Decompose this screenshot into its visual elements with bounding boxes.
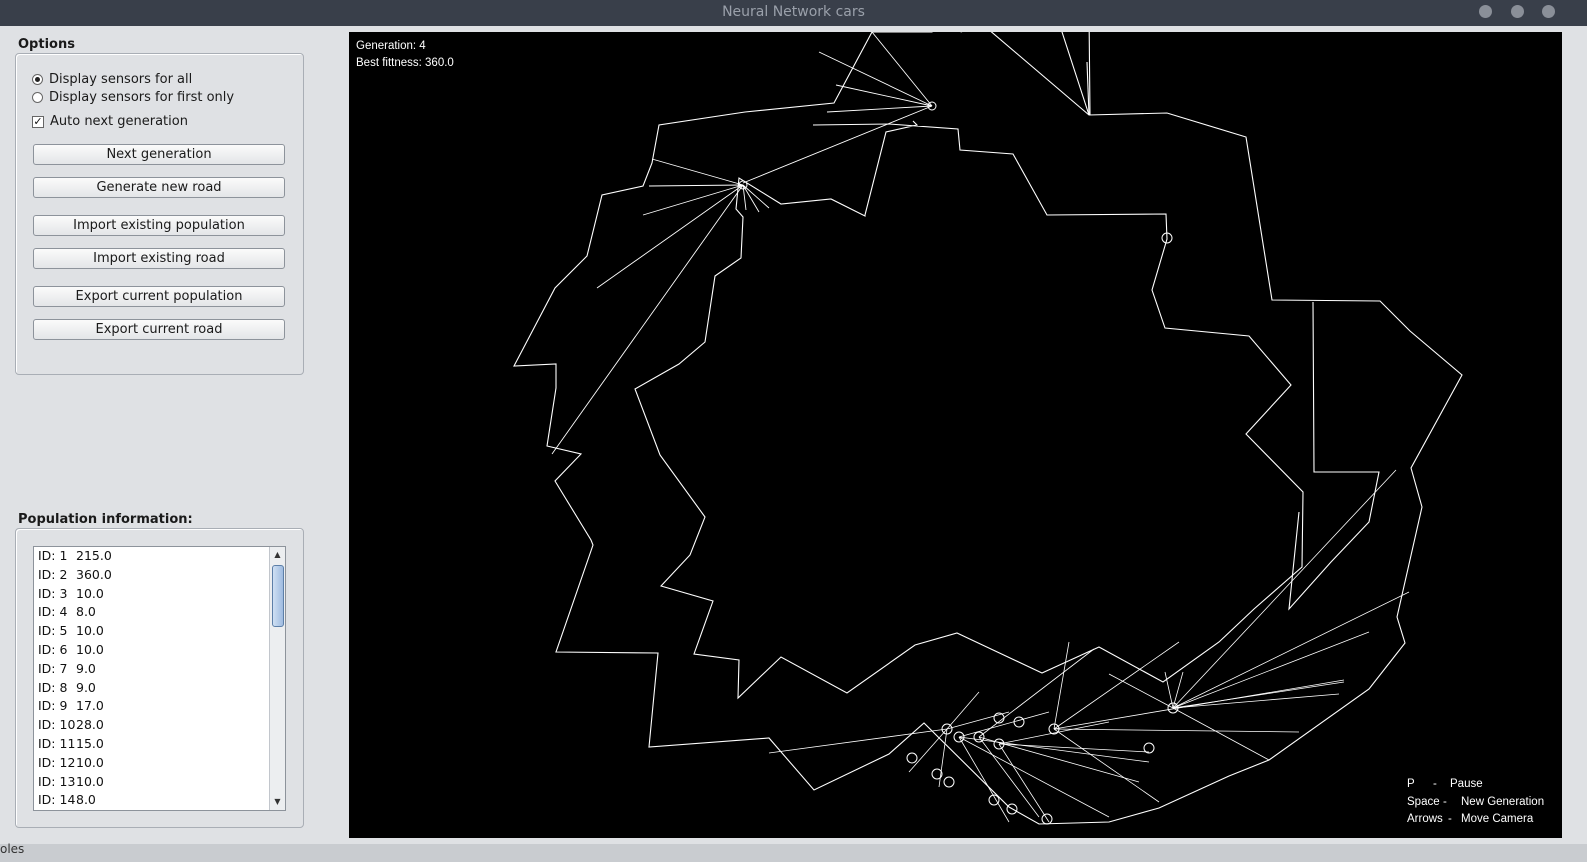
help-arrows-action: Move Camera [1461, 813, 1534, 825]
road-outer-boundary [513, 32, 1463, 825]
list-item-fitness: 28.0 [76, 717, 104, 733]
help-pause-key: P [1407, 778, 1415, 790]
list-item[interactable]: ID: 1028.0 [34, 716, 285, 735]
list-item[interactable]: ID: 1310.0 [34, 773, 285, 792]
simulation-canvas[interactable]: Generation: 4 Best fittness: 360.0 P - P… [349, 32, 1562, 838]
export-population-button[interactable]: Export current population [33, 286, 285, 307]
help-arrows-sep: - [1448, 813, 1452, 825]
road-inner-boundary-2 [634, 120, 1304, 700]
list-item-id: ID: 7 [38, 660, 68, 676]
scroll-thumb[interactable] [272, 565, 284, 627]
list-item[interactable]: ID: 8 9.0 [34, 679, 285, 698]
list-item-fitness: 9.0 [76, 679, 96, 695]
list-item-fitness: 8.0 [76, 604, 96, 620]
list-item-id: ID: 5 [38, 623, 68, 639]
population-heading: Population information: [18, 512, 193, 527]
radio-unselected-icon[interactable] [32, 92, 43, 103]
help-pause-sep: - [1433, 778, 1437, 790]
generate-road-button[interactable]: Generate new road [33, 177, 285, 198]
close-button[interactable] [1542, 5, 1555, 18]
list-item-fitness: 360.0 [76, 566, 112, 582]
list-item-fitness: 10.0 [76, 754, 104, 770]
list-item[interactable]: ID: 9 17.0 [34, 697, 285, 716]
sensor-lines-car-1 [742, 32, 933, 184]
road-segment-b [1086, 61, 1090, 116]
list-item[interactable]: ID: 4 8.0 [34, 603, 285, 622]
scroll-down-icon[interactable]: ▼ [270, 796, 285, 808]
title-bar: Neural Network cars [0, 0, 1587, 26]
bottom-strip: oles [0, 842, 1587, 862]
list-item[interactable]: ID: 2 360.0 [34, 566, 285, 585]
list-item-id: ID: 12 [38, 754, 76, 770]
minimize-button[interactable] [1479, 5, 1492, 18]
list-scrollbar[interactable]: ▲ ▼ [269, 547, 285, 810]
list-item[interactable]: ID: 7 9.0 [34, 660, 285, 679]
export-road-button[interactable]: Export current road [33, 319, 285, 340]
auto-next-label: Auto next generation [50, 114, 188, 129]
help-space-action: New Generation [1461, 796, 1545, 808]
track-drawing [513, 32, 1463, 825]
list-item-fitness: 9.0 [76, 660, 96, 676]
list-item-id: ID: 11 [38, 735, 76, 751]
list-item-id: ID: 2 [38, 566, 68, 582]
list-item-id: ID: 10 [38, 717, 76, 733]
best-fitness-readout: Best fittness: 360.0 [356, 57, 454, 69]
list-item-id: ID: 8 [38, 679, 68, 695]
import-population-button[interactable]: Import existing population [33, 215, 285, 236]
help-arrows-key: Arrows [1407, 813, 1443, 825]
list-item[interactable]: ID: 1210.0 [34, 754, 285, 773]
list-item-fitness: 15.0 [76, 735, 104, 751]
population-rows: ID: 1 215.0 ID: 2 360.0 ID: 3 10.0 ID: 4 8.0 ID:… [34, 547, 285, 810]
radio-display-first-label: Display sensors for first only [49, 90, 235, 105]
list-item-id: ID: 3 [38, 585, 68, 601]
list-item-id: ID: 14 [38, 792, 76, 808]
list-item[interactable]: ID: 1 215.0 [34, 547, 285, 566]
population-list[interactable]: ID: 1 215.0 ID: 2 360.0 ID: 3 10.0 ID: 4 8.0 ID:… [33, 546, 286, 811]
list-item[interactable]: ID: 1115.0 [34, 735, 285, 754]
list-item-id: ID: 4 [38, 604, 68, 620]
radio-display-first[interactable]: Display sensors for first only [32, 90, 234, 105]
help-pause-action: Pause [1450, 778, 1483, 790]
checkmark-icon[interactable]: ✓ [32, 115, 44, 128]
list-item-id: ID: 1 [38, 548, 68, 563]
help-space-key: Space [1407, 796, 1440, 808]
generation-readout: Generation: 4 [356, 40, 426, 52]
next-generation-button[interactable]: Next generation [33, 144, 285, 165]
list-item-fitness: 10.0 [76, 623, 104, 639]
list-item[interactable]: ID: 148.0 [34, 791, 285, 810]
maximize-button[interactable] [1511, 5, 1524, 18]
window-title: Neural Network cars [722, 4, 865, 20]
sensor-lines-cluster [768, 469, 1410, 823]
scroll-up-icon[interactable]: ▲ [270, 549, 285, 561]
list-item-fitness: 10.0 [76, 773, 104, 789]
auto-next-checkbox[interactable]: ✓ Auto next generation [32, 114, 188, 129]
list-item-fitness: 215.0 [76, 548, 112, 563]
import-road-button[interactable]: Import existing road [33, 248, 285, 269]
list-item[interactable]: ID: 3 10.0 [34, 585, 285, 604]
radio-display-all-label: Display sensors for all [49, 72, 193, 87]
list-item[interactable]: ID: 6 10.0 [34, 641, 285, 660]
list-item-id: ID: 6 [38, 641, 68, 657]
list-item-fitness: 10.0 [76, 585, 104, 601]
list-item-id: ID: 9 [38, 698, 68, 714]
help-space-sep: - [1443, 796, 1447, 808]
list-item[interactable]: ID: 5 10.0 [34, 622, 285, 641]
list-item-id: ID: 13 [38, 773, 76, 789]
road-inner-boundary [961, 32, 1090, 116]
list-item-fitness: 17.0 [76, 698, 104, 714]
options-heading: Options [18, 37, 75, 52]
list-item-fitness: 10.0 [76, 641, 104, 657]
bottom-strip-text: oles [0, 842, 25, 856]
list-item-fitness: 8.0 [76, 792, 96, 808]
radio-selected-icon[interactable] [32, 74, 43, 85]
radio-display-all[interactable]: Display sensors for all [32, 72, 192, 87]
